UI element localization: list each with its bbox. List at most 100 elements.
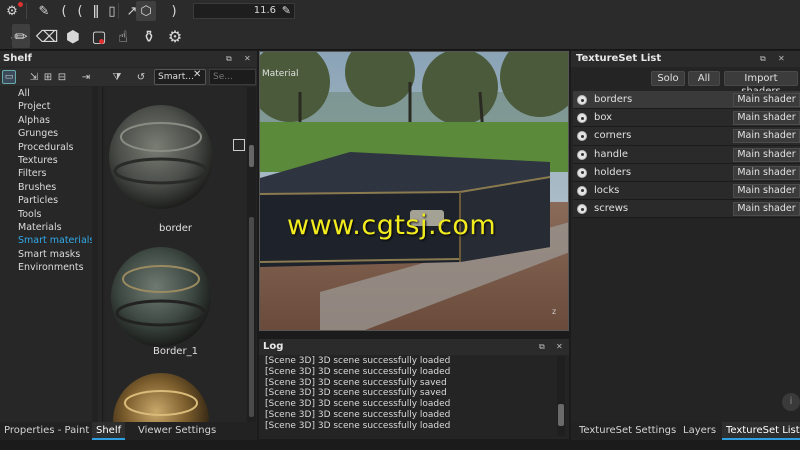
radio-button[interactable] (577, 95, 587, 105)
log-panel: Log ⧉ ✕ [Scene 3D] 3D scene successfully… (259, 339, 569, 439)
textureset-row[interactable]: corners Main shader (573, 127, 800, 146)
shader-dropdown[interactable]: Main shader (733, 93, 800, 107)
close-icon[interactable]: ✕ (778, 54, 785, 63)
category-item[interactable]: Alphas (0, 114, 102, 127)
import-shaders-button[interactable]: Import shaders (724, 71, 798, 97)
shelf-scrollbar[interactable] (247, 87, 256, 439)
radio-button[interactable] (577, 131, 587, 142)
clone-stamp-icon[interactable]: ⚱ (136, 24, 162, 48)
bracket-close-icon[interactable]: ) (164, 1, 184, 21)
all-button[interactable]: All (688, 71, 720, 86)
solo-button[interactable]: Solo (651, 71, 685, 86)
shader-dropdown[interactable]: Main shader (733, 202, 800, 217)
shader-dropdown[interactable]: Main shader (733, 129, 800, 144)
log-scrollbar[interactable] (557, 356, 565, 436)
category-item[interactable]: Particles (0, 194, 102, 207)
category-item[interactable]: Brushes (0, 181, 102, 194)
smudge-icon[interactable]: ☝ (110, 24, 136, 48)
radio-button[interactable] (577, 204, 587, 215)
textureset-name: locks (594, 184, 620, 196)
material-sphere-border-1[interactable] (111, 247, 211, 347)
category-item[interactable]: Smart masks (0, 248, 102, 261)
toolbar-divider (118, 3, 119, 19)
tab-viewer-settings[interactable]: Viewer Settings (134, 422, 220, 440)
polygon-fill-icon[interactable]: ▢ (86, 24, 112, 48)
log-line: [Scene 3D] 3D scene successfully saved (265, 377, 447, 388)
folder-icon[interactable]: ▭ (2, 70, 16, 84)
category-item[interactable]: Tools (0, 208, 102, 221)
category-item[interactable]: Procedurals (0, 141, 102, 154)
filter-icon[interactable]: ⧩ (110, 70, 124, 84)
category-item[interactable]: All (0, 87, 102, 100)
shader-dropdown[interactable]: Main shader (733, 111, 800, 126)
undock-icon[interactable]: ⧉ (226, 54, 232, 64)
info-icon[interactable]: i (782, 393, 800, 411)
log-line: [Scene 3D] 3D scene successfully loaded (265, 399, 451, 410)
textureset-name: box (594, 112, 613, 124)
category-item[interactable]: Environments (0, 261, 102, 274)
projection-icon[interactable]: ⬢ (60, 24, 86, 48)
top-toolbar: ⚙ ✎ ( ( ǁ ▯ ↗ ⬡ ) 11.6 ✎ ✐ ✏ ⌫ ⬢ ▢ ☝ ⚱ ⚙ (0, 0, 800, 50)
viewport-scene (260, 52, 568, 330)
category-scrollbar[interactable] (92, 87, 98, 439)
category-items: All Project Alphas Grunges Procedurals Textur… (0, 87, 102, 274)
shelf-search-input[interactable]: Se... (209, 69, 256, 85)
material-picker-icon[interactable]: ⚙ (162, 24, 188, 48)
category-item[interactable]: Textures (0, 154, 102, 167)
brush-size-field[interactable]: 11.6 ✎ (193, 3, 295, 19)
pipette-icon[interactable]: ✎ (34, 1, 54, 21)
scrollbar-thumb[interactable] (558, 404, 564, 426)
view-mode-icon[interactable] (233, 139, 245, 151)
tab-layers[interactable]: Layers (679, 422, 720, 440)
shader-dropdown[interactable]: Main shader (733, 165, 800, 180)
export-icon[interactable]: ⇥ (79, 70, 93, 84)
tab-textureset-settings[interactable]: TextureSet Settings (575, 422, 680, 440)
tab-close-icon[interactable]: ✕ (193, 69, 201, 80)
radio-button[interactable] (577, 185, 587, 196)
log-line: [Scene 3D] 3D scene successfully loaded (265, 420, 451, 431)
radio-button[interactable] (577, 113, 587, 124)
radio-button[interactable] (577, 149, 587, 160)
textureset-name: handle (594, 148, 629, 160)
category-item[interactable]: Filters (0, 167, 102, 180)
textureset-list-panel: TextureSet List ⧉ ✕ Solo All Import shad… (571, 51, 800, 439)
textureset-row[interactable]: holders Main shader (573, 163, 800, 182)
watermark-text: www.cgtsj.com (287, 210, 497, 241)
category-item[interactable]: Project (0, 100, 102, 113)
paint-brush-icon[interactable]: ✏ (12, 24, 30, 48)
textureset-row[interactable]: box Main shader (573, 109, 800, 128)
close-icon[interactable]: ✕ (244, 54, 251, 63)
3d-viewport[interactable]: Material www.cgtsj.com z (259, 51, 569, 331)
edit-pen-icon[interactable]: ✎ (282, 4, 291, 17)
right-bottom-tabs: TextureSet Settings Layers TextureSet Li… (571, 422, 800, 440)
undock-icon[interactable]: ⧉ (539, 342, 545, 352)
radio-button[interactable] (577, 167, 587, 178)
bracket-right-icon[interactable]: ▯ (102, 1, 122, 21)
undock-icon[interactable]: ⧉ (760, 54, 766, 64)
eraser-icon[interactable]: ⌫ (34, 24, 60, 48)
toolbar-divider (26, 3, 27, 19)
cube-icon[interactable]: ⬡ (136, 1, 156, 21)
shader-dropdown[interactable]: Main shader (733, 183, 800, 198)
category-item[interactable]: Materials (0, 221, 102, 234)
thumbnail-label: border (158, 223, 192, 234)
brush-size-value: 11.6 (253, 5, 276, 16)
close-icon[interactable]: ✕ (556, 342, 563, 351)
tab-textureset-list[interactable]: TextureSet List (722, 422, 800, 440)
textureset-row[interactable]: locks Main shader (573, 181, 800, 201)
category-item[interactable]: Smart materials (0, 234, 102, 247)
import-icon[interactable]: ⇲ (27, 70, 41, 84)
textureset-row[interactable]: borders Main shader (573, 91, 800, 110)
textureset-row[interactable]: handle Main shader (573, 145, 800, 164)
category-item[interactable]: Grunges (0, 127, 102, 140)
new-folder-icon[interactable]: ⊞ (41, 70, 55, 84)
grid-view-icon[interactable]: ⊟ (55, 70, 69, 84)
scrollbar-thumb[interactable] (249, 145, 254, 167)
tab-properties-paint[interactable]: Properties - Paint (0, 422, 93, 440)
log-header: Log ⧉ ✕ (259, 339, 569, 355)
shader-dropdown[interactable]: Main shader (733, 147, 800, 162)
refresh-icon[interactable]: ↺ (134, 70, 148, 84)
material-sphere-border[interactable] (109, 105, 213, 209)
textureset-row[interactable]: screws Main shader (573, 200, 800, 219)
tab-shelf[interactable]: Shelf (92, 422, 126, 440)
